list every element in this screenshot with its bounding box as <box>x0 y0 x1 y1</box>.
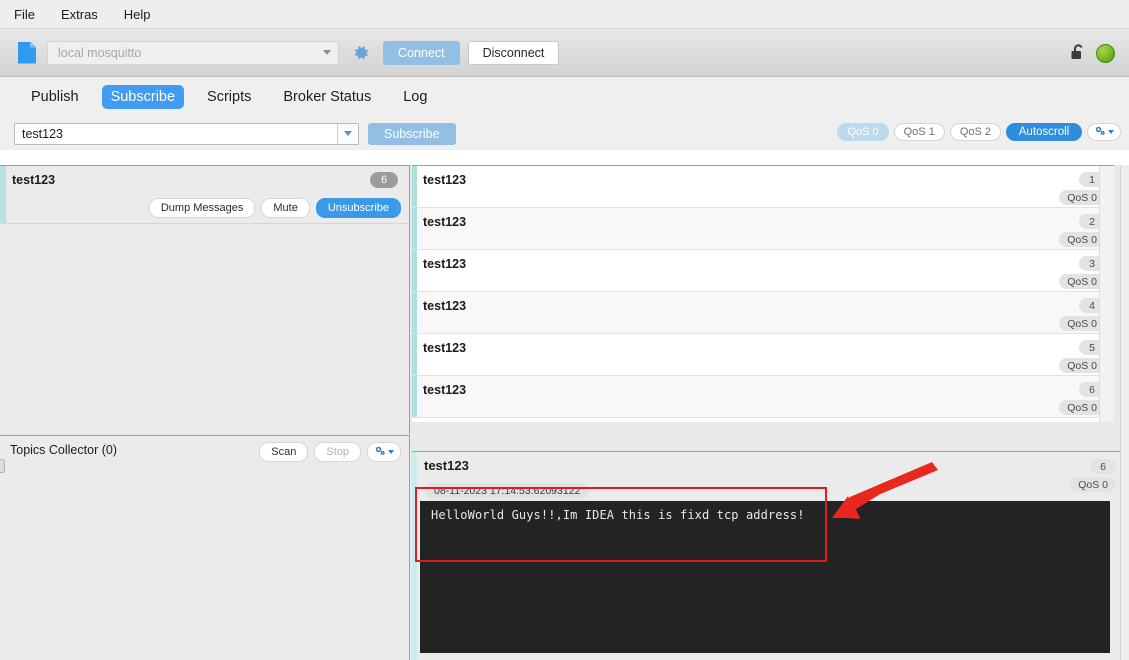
menu-item-extras[interactable]: Extras <box>61 7 98 22</box>
message-list[interactable]: test123 1 QoS 0 test123 2 QoS 0 test123 … <box>412 165 1114 422</box>
message-row[interactable]: test123 1 QoS 0 <box>412 166 1114 208</box>
tab-bar: Publish Subscribe Scripts Broker Status … <box>0 77 1129 117</box>
gear-icon <box>374 445 386 460</box>
pane-splitter-handle[interactable] <box>0 459 5 473</box>
caret-down-icon <box>388 450 394 454</box>
detail-timestamp: 08-11-2023 17:14:53.62093122 <box>425 483 590 498</box>
disconnect-button[interactable]: Disconnect <box>467 40 560 65</box>
qos-1-toggle[interactable]: QoS 1 <box>893 123 945 141</box>
qos-2-toggle[interactable]: QoS 2 <box>949 123 1001 141</box>
left-pane: test123 6 Dump Messages Mute Unsubscribe… <box>0 165 410 660</box>
qos-0-toggle[interactable]: QoS 0 <box>837 123 889 141</box>
subscription-item[interactable]: test123 6 Dump Messages Mute Unsubscribe <box>0 166 409 224</box>
message-row[interactable]: test123 3 QoS 0 <box>412 250 1114 292</box>
message-accent-bar <box>412 334 417 375</box>
menu-bar: File Extras Help <box>0 0 1129 29</box>
connection-status-area <box>1069 29 1115 77</box>
chevron-down-icon[interactable] <box>318 42 336 64</box>
message-topic: test123 <box>423 383 467 397</box>
subscribe-control-row: test123 Subscribe QoS 0 QoS 1 QoS 2 Auto… <box>0 117 1129 150</box>
message-topic: test123 <box>423 341 467 355</box>
topics-collector-tools: Scan Stop <box>259 442 401 462</box>
dump-messages-button[interactable]: Dump Messages <box>148 198 256 218</box>
tab-subscribe[interactable]: Subscribe <box>101 85 185 109</box>
subscription-message-count: 6 <box>370 172 398 188</box>
unlocked-padlock-icon <box>1069 43 1088 63</box>
chevron-down-icon[interactable] <box>337 123 358 144</box>
connect-button[interactable]: Connect <box>383 40 460 65</box>
payload-text: HelloWorld Guys!!,Im IDEA this is fixd t… <box>431 508 805 522</box>
message-row[interactable]: test123 4 QoS 0 <box>412 292 1114 334</box>
right-pane: test123 1 QoS 0 test123 2 QoS 0 test123 … <box>411 165 1129 660</box>
mqtt-client-window: File Extras Help local mosquitto Connect… <box>0 0 1129 660</box>
message-row[interactable]: test123 2 QoS 0 <box>412 208 1114 250</box>
mute-button[interactable]: Mute <box>261 198 310 218</box>
message-topic: test123 <box>423 257 467 271</box>
tab-publish[interactable]: Publish <box>22 85 88 109</box>
message-accent-bar <box>412 292 417 333</box>
right-edge-scrollbar[interactable] <box>1120 165 1129 660</box>
message-accent-bar <box>412 250 417 291</box>
subscription-accent-bar <box>0 166 6 223</box>
tab-scripts[interactable]: Scripts <box>198 85 260 109</box>
gear-icon <box>1094 125 1106 140</box>
tab-log[interactable]: Log <box>394 85 436 109</box>
scan-button[interactable]: Scan <box>259 442 309 462</box>
menu-item-file[interactable]: File <box>14 7 35 22</box>
message-accent-bar <box>412 208 417 249</box>
message-list-scrollbar[interactable] <box>1099 166 1114 422</box>
topics-collector-header: Topics Collector (0) Scan Stop <box>0 436 409 466</box>
broker-profile-combobox[interactable]: local mosquitto <box>47 40 339 65</box>
message-topic: test123 <box>423 299 467 313</box>
menu-item-help[interactable]: Help <box>124 7 151 22</box>
subscription-topic: test123 <box>12 173 56 187</box>
tab-broker-status[interactable]: Broker Status <box>274 85 380 109</box>
connection-toolbar: local mosquitto Connect Disconnect <box>0 29 1129 77</box>
subscribe-button[interactable]: Subscribe <box>368 122 456 145</box>
detail-topic: test123 <box>424 458 469 473</box>
message-accent-bar <box>412 376 417 417</box>
subscription-actions: Dump Messages Mute Unsubscribe <box>148 198 401 218</box>
gear-icon[interactable] <box>350 42 372 64</box>
connection-status-indicator <box>1096 43 1115 63</box>
message-accent-bar <box>412 166 417 207</box>
stop-button[interactable]: Stop <box>314 442 361 462</box>
message-detail-panel: test123 6 QoS 0 08-11-2023 17:14:53.6209… <box>412 451 1129 660</box>
qos-and-options-group: QoS 0 QoS 1 QoS 2 Autoscroll <box>837 123 1121 141</box>
topics-collector-title: Topics Collector (0) <box>10 443 117 457</box>
topic-input[interactable]: test123 <box>14 122 359 145</box>
payload-viewer[interactable]: HelloWorld Guys!!,Im IDEA this is fixd t… <box>420 501 1110 653</box>
subscribe-main-area: test123 6 Dump Messages Mute Unsubscribe… <box>0 165 1129 660</box>
caret-down-icon <box>1108 130 1114 134</box>
message-topic: test123 <box>423 173 467 187</box>
message-row[interactable]: test123 5 QoS 0 <box>412 334 1114 376</box>
broker-profile-value: local mosquitto <box>58 45 142 60</box>
message-row[interactable]: test123 6 QoS 0 <box>412 376 1114 418</box>
document-icon[interactable] <box>18 41 36 64</box>
topics-collector-options-button[interactable] <box>367 442 401 462</box>
subscribe-options-button[interactable] <box>1087 123 1121 141</box>
topic-input-value: test123 <box>22 126 64 141</box>
detail-accent-bar <box>412 452 417 660</box>
unsubscribe-button[interactable]: Unsubscribe <box>315 198 401 218</box>
detail-qos-badge: QoS 0 <box>1070 477 1116 492</box>
topics-collector-panel: Topics Collector (0) Scan Stop <box>0 435 410 660</box>
autoscroll-toggle[interactable]: Autoscroll <box>1006 123 1082 141</box>
detail-index-badge: 6 <box>1090 459 1116 474</box>
message-topic: test123 <box>423 215 467 229</box>
subscriptions-panel: test123 6 Dump Messages Mute Unsubscribe <box>0 165 410 434</box>
